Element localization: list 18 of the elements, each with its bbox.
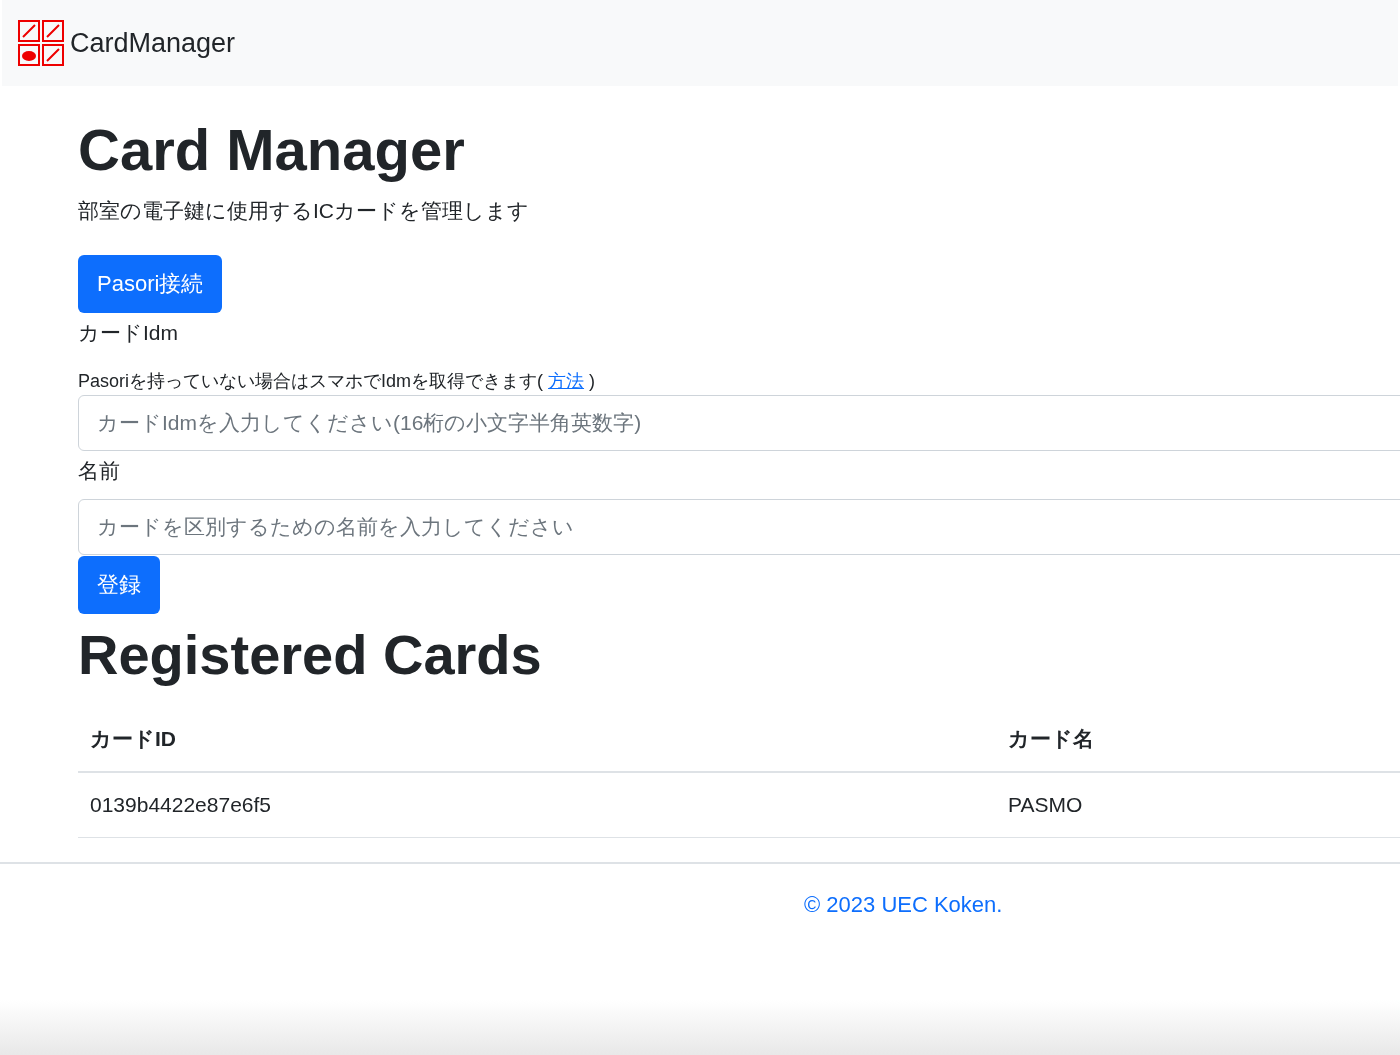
page-description: 部室の電子鍵に使用するICカードを管理します [78,198,530,224]
logo-icon [18,20,64,66]
page-title: Card Manager [78,116,466,183]
table-cell: PASMO [996,772,1400,838]
idm-hint: Pasoriを持っていない場合はスマホでIdmを取得できます( 方法 ) [78,370,597,393]
column-header: カード名 [996,707,1400,772]
table-cell: 0139b4422e87e6f5 [78,772,996,838]
connect-button[interactable]: Pasori接続 [78,255,223,313]
idm-input[interactable]: カードIdmを入力してください(16桁の小文字半角英数字) [78,395,1400,451]
footer-copyright: © 2023 UEC Koken. [804,892,1003,917]
name-input[interactable]: カードを区別するための名前を入力してください [78,499,1400,555]
name-label: 名前 [78,458,121,484]
section-title: Registered Cards [78,622,543,687]
method-link[interactable]: 方法 [548,371,585,391]
column-header: カードID [78,707,996,772]
brand-name[interactable]: CardManager [70,27,236,59]
idm-label: カードIdm [78,320,179,346]
register-button[interactable]: 登録 [78,556,160,614]
